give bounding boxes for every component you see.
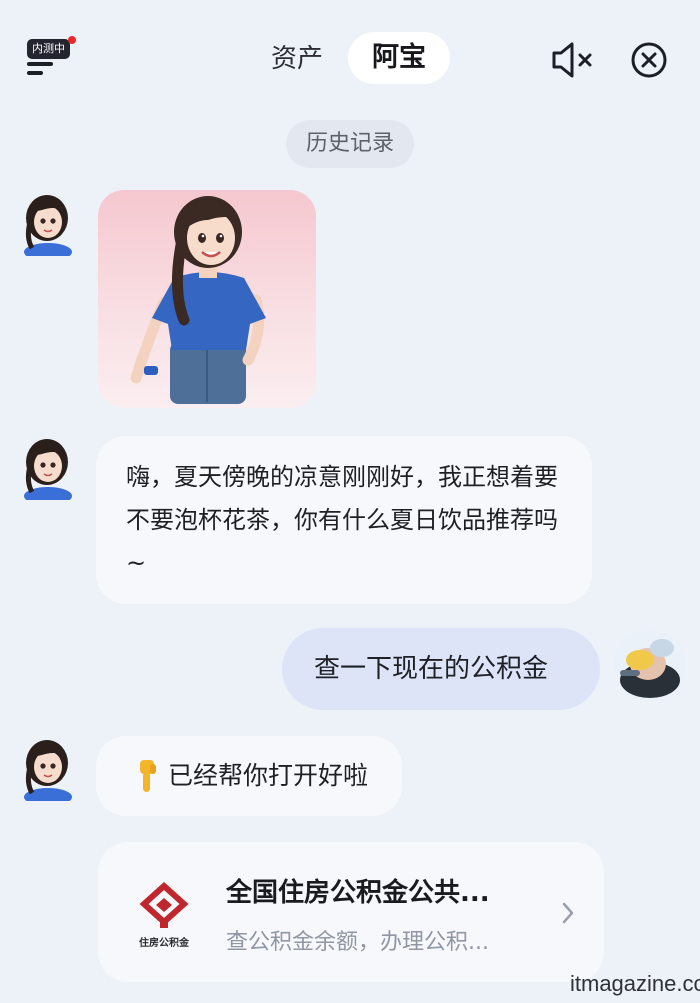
close-circle-icon[interactable]: [630, 41, 668, 79]
tab-assets[interactable]: 资产: [262, 38, 332, 80]
user-avatar[interactable]: [614, 630, 686, 700]
speaker-mute-icon[interactable]: [550, 40, 596, 80]
ai-avatar[interactable]: [20, 432, 74, 505]
ai-avatar[interactable]: [20, 733, 74, 806]
message-text: 已经帮你打开好啦: [168, 761, 369, 790]
menu-icon: [27, 62, 53, 66]
ai-avatar[interactable]: [20, 188, 74, 261]
user-message-bubble: 查一下现在的公积金: [282, 628, 600, 710]
message-text: 嗨，夏天傍晚的凉意刚刚好，我正想着要不要泡杯花茶，你有什么夏日饮品推荐吗~: [126, 463, 558, 577]
message-text: 查一下现在的公积金: [314, 654, 549, 684]
beta-badge: 内测中: [27, 39, 70, 59]
housing-fund-logo: 住房公积金: [126, 878, 202, 954]
ai-message-bubble: 已经帮你打开好啦: [96, 736, 402, 816]
ai-message-bubble: 嗨，夏天傍晚的凉意刚刚好，我正想着要不要泡杯花茶，你有什么夏日饮品推荐吗~: [96, 436, 592, 604]
logo-text: 住房公积金: [139, 938, 189, 949]
notification-dot: [68, 36, 76, 44]
service-card[interactable]: 住房公积金 全国住房公积金公共... 查公积金余额，办理公积...: [98, 842, 604, 982]
watermark: itmagazine.cc: [570, 971, 700, 996]
history-button[interactable]: 历史记录: [286, 120, 414, 168]
menu-button[interactable]: 内测中: [24, 34, 76, 78]
service-description: 查公积金余额，办理公积...: [226, 930, 489, 955]
service-title: 全国住房公积金公共...: [226, 878, 490, 908]
menu-icon-line: [27, 71, 43, 75]
chevron-right-icon: [560, 900, 576, 926]
tab-abao[interactable]: 阿宝: [348, 32, 450, 84]
ai-portrait-image[interactable]: [98, 190, 316, 408]
pointing-down-icon: [134, 758, 158, 796]
